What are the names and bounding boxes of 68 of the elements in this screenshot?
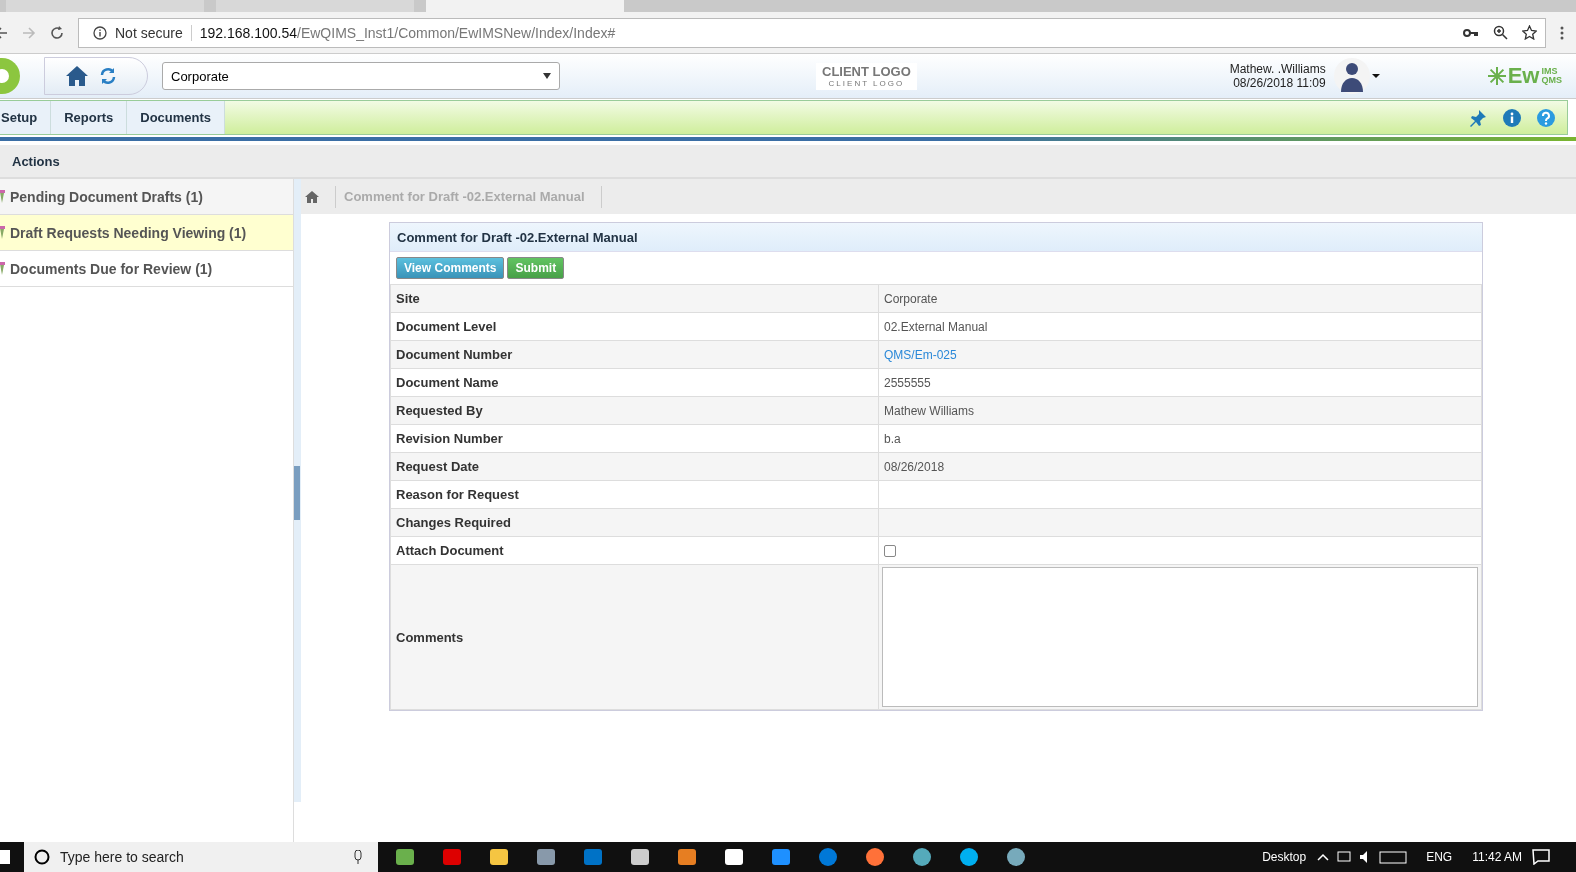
field-label: Document Name [396,375,499,390]
attach-checkbox[interactable] [884,545,896,558]
field-label: Document Level [396,319,497,334]
reload-icon[interactable] [50,25,64,40]
app-icon[interactable] [864,846,886,868]
splitter-handle[interactable] [294,466,300,520]
field-label: Changes Required [396,515,511,530]
comments-field[interactable] [882,567,1478,707]
logo-icon [0,56,22,96]
app-icon[interactable] [629,846,651,868]
home-icon[interactable] [65,65,89,87]
refresh-icon[interactable] [99,67,117,85]
app-icon[interactable] [723,846,745,868]
address-bar[interactable]: Not secure 192.168.100.54/EwQIMS_Inst1/Common/EwIMSNew/Index/Index# [78,17,1546,48]
user-name: Mathew. .Williams [1229,62,1326,76]
sidebar-item[interactable]: Draft Requests Needing Viewing (1) [0,215,293,251]
zoom-icon[interactable] [1493,25,1508,40]
field-label: Request Date [396,459,480,474]
pin-icon[interactable] [1469,108,1487,127]
panel-title: Comment for Draft -02.External Manual [390,223,1482,251]
sidebar-item[interactable]: Pending Document Drafts (1) [0,179,293,215]
field-label: Requested By [396,403,483,418]
field-value: 2555555 [884,375,931,390]
search-icon [34,849,50,865]
app-icon[interactable] [535,846,557,868]
field-label: Revision Number [396,431,503,446]
microphone-icon[interactable] [354,850,362,864]
security-label: Not secure [115,24,192,41]
nav-tab[interactable]: Documents [127,101,226,134]
field-label: Attach Document [396,543,504,558]
desktop-label[interactable]: Desktop [1262,850,1307,864]
field-label: Comments [396,629,464,645]
field-value: 02.External Manual [884,319,988,334]
app-icon[interactable] [394,846,416,868]
url-text: 192.168.100.54/EwQIMS_Inst1/Common/EwIMSNew/Index/Index# [199,24,616,41]
document-link[interactable]: QMS/Em-025 [884,347,957,362]
star-icon[interactable] [1522,25,1537,40]
language-indicator[interactable]: ENG [1426,850,1453,864]
app-icon[interactable] [676,846,698,868]
field-label: Document Number [396,347,513,362]
info-icon [93,25,107,40]
info-icon[interactable] [1503,108,1521,127]
app-icon[interactable] [770,846,792,868]
site-dropdown[interactable]: Corporate [162,62,560,90]
caret-icon [543,73,551,79]
field-value: Mathew Williams [884,403,974,418]
field-label: Site [396,291,420,306]
field-label: Reason for Request [396,487,519,502]
help-icon[interactable] [1537,108,1555,127]
app-icon[interactable] [958,846,980,868]
client-logo: CLIENT LOGO CLIENT LOGO [816,62,917,90]
field-value: b.a [884,431,901,446]
app-icon[interactable] [1005,846,1027,868]
avatar-icon[interactable] [1333,58,1380,94]
clock[interactable]: 11:42 AM [1472,850,1522,864]
notification-icon[interactable] [1532,849,1550,865]
nav-tab[interactable]: Setup [0,101,52,134]
app-icon[interactable] [488,846,510,868]
field-value: 08/26/2018 [884,459,945,474]
actions-heading: Actions [12,153,60,169]
app-icon[interactable] [911,846,933,868]
key-icon[interactable] [1463,27,1479,38]
field-value: Corporate [884,291,938,306]
menu-icon[interactable] [1560,25,1564,40]
nav-tab[interactable]: Reports [51,101,128,134]
home-icon[interactable] [305,190,319,203]
taskbar-search[interactable]: Type here to search [24,842,378,872]
login-datetime: 08/26/2018 11:09 [1233,76,1326,90]
